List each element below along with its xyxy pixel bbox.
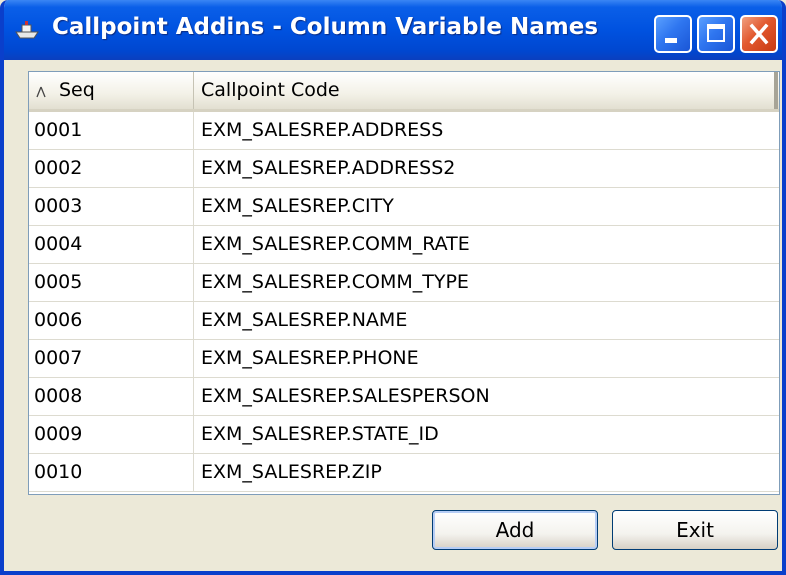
seq-cell: 0002 [29,150,194,187]
dialog-window: Callpoint Addins - Column Variable Names… [0,0,786,575]
callpoint-code-cell: EXM_SALESREP.CITY [201,195,394,217]
window-title: Callpoint Addins - Column Variable Names [52,14,599,40]
close-icon [749,23,769,45]
callpoint-code-cell: EXM_SALESREP.SALESPERSON [201,385,490,407]
callpoint-code-cell: EXM_SALESREP.ADDRESS2 [201,157,456,179]
seq-cell: 0001 [29,112,194,149]
minimize-icon [665,38,677,43]
exit-button[interactable]: Exit [612,510,778,550]
minimize-button[interactable] [654,15,692,53]
close-button[interactable] [740,15,778,53]
seq-cell: 0009 [29,416,194,453]
table-row[interactable]: 0008 EXM_SALESREP.SALESPERSON [29,378,779,416]
column-header-label: Seq [59,79,95,101]
callpoint-code-cell: EXM_SALESREP.ADDRESS [201,119,444,141]
table-row[interactable]: 0001 EXM_SALESREP.ADDRESS [29,112,779,150]
table-row[interactable]: 0003 EXM_SALESREP.CITY [29,188,779,226]
seq-cell: 0003 [29,188,194,225]
seq-cell: 0010 [29,454,194,491]
seq-cell: 0008 [29,378,194,415]
column-header-label: Callpoint Code [201,79,340,101]
seq-cell: 0005 [29,264,194,301]
callpoint-code-cell: EXM_SALESREP.COMM_TYPE [201,271,469,293]
grid-header: Seq Callpoint Code [29,72,779,112]
sort-ascending-icon [36,86,46,98]
callpoint-code-cell: EXM_SALESREP.PHONE [201,347,419,369]
table-row[interactable]: 0004 EXM_SALESREP.COMM_RATE [29,226,779,264]
seq-cell: 0006 [29,302,194,339]
ship-icon [15,21,39,39]
table-row[interactable]: 0009 EXM_SALESREP.STATE_ID [29,416,779,454]
seq-cell: 0004 [29,226,194,263]
table-row[interactable]: 0006 EXM_SALESREP.NAME [29,302,779,340]
column-header-seq[interactable]: Seq [29,72,194,109]
callpoint-code-cell: EXM_SALESREP.NAME [201,309,408,331]
table-row[interactable]: 0005 EXM_SALESREP.COMM_TYPE [29,264,779,302]
seq-cell: 0007 [29,340,194,377]
callpoint-code-cell: EXM_SALESREP.ZIP [201,461,382,483]
callpoint-code-cell: EXM_SALESREP.STATE_ID [201,423,439,445]
table-row[interactable]: 0010 EXM_SALESREP.ZIP [29,454,779,492]
column-header-callpoint-code[interactable]: Callpoint Code [194,72,778,109]
add-button[interactable]: Add [432,510,598,550]
callpoint-code-cell: EXM_SALESREP.COMM_RATE [201,233,470,255]
maximize-icon [707,24,725,42]
table-row[interactable]: 0002 EXM_SALESREP.ADDRESS2 [29,150,779,188]
maximize-button[interactable] [697,15,735,53]
title-bar[interactable]: Callpoint Addins - Column Variable Names [4,0,782,60]
callpoint-grid[interactable]: Seq Callpoint Code 0001 EXM_SALESREP.ADD… [28,71,780,495]
table-row[interactable]: 0007 EXM_SALESREP.PHONE [29,340,779,378]
